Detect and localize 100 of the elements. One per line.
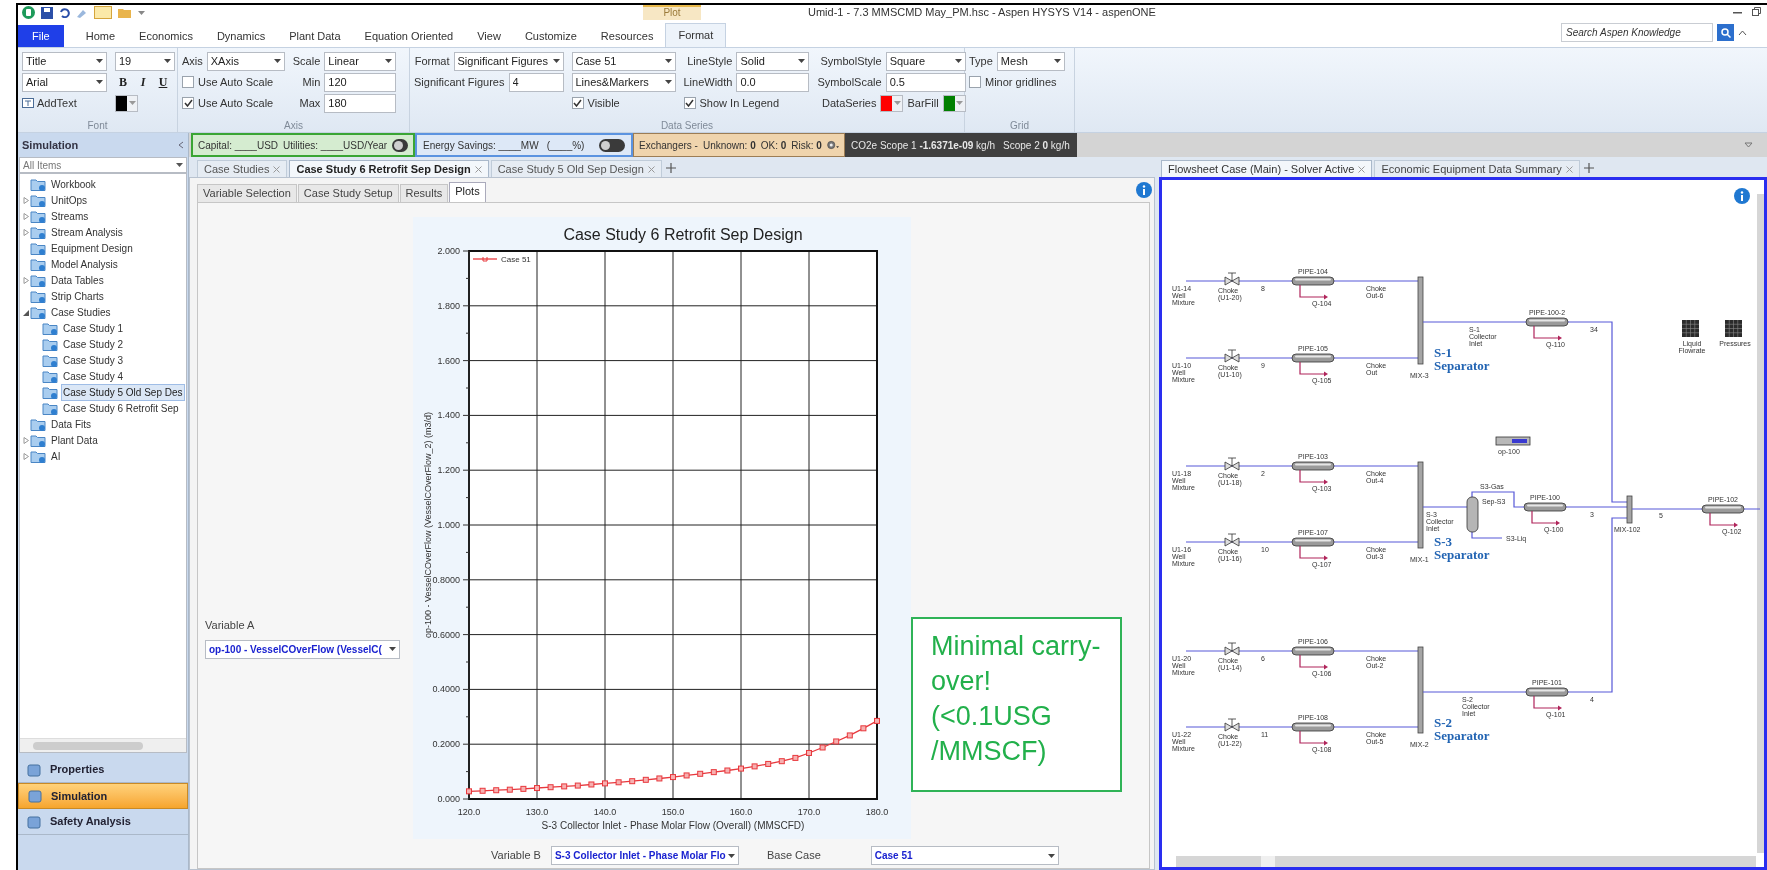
pipe-unit <box>1291 353 1335 363</box>
tree-item[interactable]: Model Analysis <box>49 255 120 273</box>
page-tab[interactable]: Case Study Setup <box>297 184 399 202</box>
horizontal-scrollbar[interactable] <box>20 738 186 752</box>
ribbon-tab[interactable]: Plant Data <box>277 25 353 47</box>
page-tab[interactable]: Results <box>399 184 449 202</box>
tree-item[interactable]: Equipment Design <box>49 239 135 257</box>
tree-item[interactable]: Streams <box>49 207 91 225</box>
input-field[interactable]: 0.0 <box>736 72 810 92</box>
folder-icon <box>30 209 46 223</box>
document-tab[interactable]: Flowsheet Case (Main) - Solver Active <box>1161 160 1373 177</box>
caret-icon <box>798 59 806 63</box>
tree-item[interactable]: AI <box>49 447 63 465</box>
group-label: Axis <box>284 119 303 132</box>
checkbox[interactable] <box>182 97 194 109</box>
tree-item[interactable]: Data Tables <box>49 271 106 289</box>
page-tab[interactable]: Plots <box>449 182 486 202</box>
toggle-switch[interactable] <box>599 138 625 152</box>
dropdown[interactable]: S-3 Collector Inlet - Phase Molar Flo <box>550 846 739 865</box>
input-field[interactable]: 180 <box>324 93 397 113</box>
ribbon-tab[interactable]: Dynamics <box>204 25 278 47</box>
nav-button[interactable]: Simulation <box>18 783 188 809</box>
dropdown[interactable]: Linear <box>324 51 397 71</box>
dropdown[interactable]: Solid <box>736 51 810 71</box>
page-tab[interactable]: Variable Selection <box>197 184 297 202</box>
undo-icon <box>59 7 70 18</box>
dropdown[interactable]: Case 51 <box>870 846 1059 865</box>
tree-item[interactable]: Case Studies <box>49 303 113 321</box>
tree-item[interactable]: Case Study 1 <box>61 319 126 337</box>
tree-item[interactable]: Stream Analysis <box>49 223 125 241</box>
add-text-button[interactable]: AddText <box>22 94 77 112</box>
collapse-ribbon-icon <box>1738 29 1747 36</box>
dropdown-value: S-3 Collector Inlet - Phase Molar Flo <box>554 849 726 863</box>
tick-label: 0.6000 <box>432 629 460 640</box>
vertical-scrollbar[interactable] <box>1757 194 1764 853</box>
ribbon-tab[interactable]: View <box>465 25 513 47</box>
dropdown[interactable]: 19 <box>115 51 175 71</box>
ribbon-tab[interactable]: File <box>18 25 64 47</box>
font-style-button[interactable]: B <box>115 73 131 91</box>
search-field[interactable]: Search Aspen Knowledge <box>1561 23 1713 42</box>
ribbon-tab[interactable]: Equation Oriented <box>352 25 466 47</box>
data-point <box>751 763 758 770</box>
pipe-unit <box>1701 504 1745 514</box>
tree-item[interactable]: Case Study 6 Retrofit Sep <box>61 399 181 417</box>
ribbon-tab[interactable]: Format <box>665 23 727 47</box>
close-icon <box>1565 165 1573 173</box>
document-tab[interactable]: Case Study 5 Old Sep Design <box>490 160 662 177</box>
tree-item[interactable]: UnitOps <box>49 191 90 209</box>
search-button[interactable] <box>1717 24 1734 41</box>
tree-item[interactable]: Case Study 2 <box>61 335 126 353</box>
dropdown[interactable]: Lines&Markers <box>571 72 676 92</box>
dropdown[interactable]: Significant Figures <box>453 51 564 71</box>
checkbox[interactable] <box>182 76 194 88</box>
caret-icon <box>1053 59 1061 63</box>
tree-item[interactable]: Strip Charts <box>49 287 106 305</box>
checkbox[interactable] <box>571 97 584 109</box>
input-field[interactable]: 4 <box>508 72 564 92</box>
font-style-button[interactable]: I <box>135 73 151 91</box>
dropdown-value: Arial <box>26 74 48 90</box>
ribbon-tab[interactable]: Resources <box>588 25 666 47</box>
document-tab[interactable]: Economic Equipment Data Summary <box>1374 160 1580 177</box>
dropdown[interactable]: Square <box>885 51 966 71</box>
tool-icon <box>76 7 88 18</box>
folder-icon <box>42 401 58 415</box>
tree-item[interactable]: Case Study 5 Old Sep Des <box>61 383 185 401</box>
dropdown[interactable]: Arial <box>22 72 107 92</box>
tree-item[interactable]: Data Fits <box>49 415 93 433</box>
dropdown[interactable]: op-100 - VesselCOverFlow (VesselC( <box>205 639 400 659</box>
color-picker[interactable] <box>942 94 966 112</box>
input-field[interactable]: 0.5 <box>885 72 966 92</box>
document-tab[interactable]: Case Studies <box>197 160 288 177</box>
ribbon-tab[interactable]: Home <box>73 25 128 47</box>
filter-dropdown[interactable]: All Items <box>19 157 187 173</box>
font-style-button[interactable]: U <box>155 73 171 91</box>
tree-item[interactable]: Case Study 3 <box>61 351 126 369</box>
color-picker[interactable] <box>880 94 904 112</box>
dropdown[interactable]: Title <box>22 51 107 71</box>
color-picker[interactable] <box>115 94 138 112</box>
checkbox[interactable] <box>969 76 981 88</box>
horizontal-scrollbar[interactable] <box>1176 856 1756 867</box>
toggle-switch[interactable] <box>392 138 408 152</box>
tree-item[interactable]: Workbook <box>49 175 98 193</box>
control-label: DataSeries <box>822 95 877 111</box>
dropdown[interactable]: XAxis <box>206 51 285 71</box>
ribbon-tab[interactable]: Economics <box>127 25 205 47</box>
checkbox[interactable] <box>683 97 696 109</box>
dropdown[interactable]: Case 51 <box>571 51 676 71</box>
folder-icon <box>42 321 58 335</box>
tick-label: 180.0 <box>865 807 889 817</box>
data-point <box>833 738 840 745</box>
group-label: Data Series <box>660 119 714 132</box>
pipe-unit <box>1523 502 1567 512</box>
input-field[interactable]: 120 <box>324 72 397 92</box>
ribbon-tab[interactable]: Customize <box>512 25 589 47</box>
callout-note: Minimal carry-over! (<0.1USG /MMSCF) <box>911 617 1122 792</box>
exchanger-count: Exchangers - <box>639 138 698 153</box>
document-tab[interactable]: Case Study 6 Retrofit Sep Design <box>289 160 489 177</box>
tree-item[interactable]: Plant Data <box>49 431 100 449</box>
tree-item[interactable]: Case Study 4 <box>61 367 126 385</box>
dropdown[interactable]: Mesh <box>996 51 1065 71</box>
